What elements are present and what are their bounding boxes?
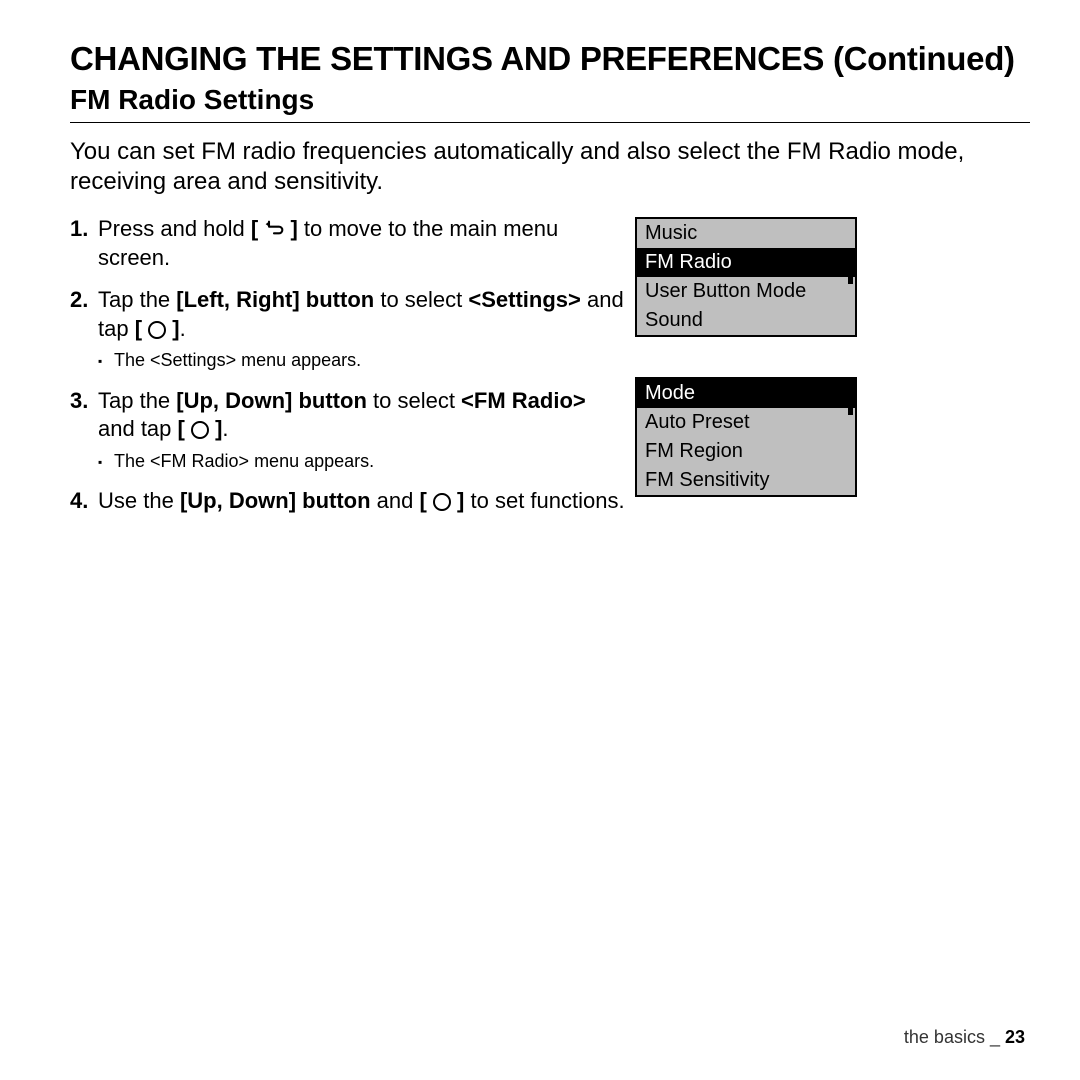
step-4: Use the [Up, Down] button and [ ] to set…: [70, 487, 625, 516]
select-icon: [191, 421, 209, 439]
footer-sep: _: [985, 1027, 1005, 1047]
steps-list: Press and hold [ ] to move to the main m…: [70, 215, 625, 516]
page-footer: the basics _ 23: [904, 1027, 1025, 1048]
step-text: Use the: [98, 488, 180, 513]
menu-item: FM Region: [637, 437, 855, 466]
select-icon: [433, 493, 451, 511]
step-1: Press and hold [ ] to move to the main m…: [70, 215, 625, 272]
scrollbar: [848, 381, 853, 493]
fm-radio-menu-illustration: ModeAuto PresetFM RegionFM Sensitivity: [635, 377, 857, 497]
intro-paragraph: You can set FM radio frequencies automat…: [70, 137, 1030, 197]
menu-item: Music: [637, 219, 855, 248]
back-icon: [264, 220, 284, 238]
step-text: Press and hold: [98, 216, 251, 241]
step-text: and tap: [98, 416, 178, 441]
step-bold: <FM Radio>: [461, 388, 586, 413]
divider: [70, 122, 1030, 123]
step-bold: <Settings>: [468, 287, 580, 312]
step-sub: The <Settings> menu appears.: [98, 349, 625, 372]
step-bold: [Up, Down] button: [180, 488, 371, 513]
menu-item: Mode: [637, 379, 855, 408]
step-2: Tap the [Left, Right] button to select <…: [70, 286, 625, 373]
step-text: to select: [367, 388, 461, 413]
menu-item: Sound: [637, 306, 855, 335]
step-bold: [Up, Down] button: [176, 388, 367, 413]
page-number: 23: [1005, 1027, 1025, 1047]
step-text: Tap the: [98, 287, 176, 312]
step-text: .: [222, 416, 228, 441]
footer-section: the basics: [904, 1027, 985, 1047]
step-text: to select: [374, 287, 468, 312]
step-text: to set functions.: [464, 488, 624, 513]
settings-menu-illustration: MusicFM RadioUser Button ModeSound: [635, 217, 857, 337]
step-text: .: [180, 316, 186, 341]
step-text: Tap the: [98, 388, 176, 413]
step-3: Tap the [Up, Down] button to select <FM …: [70, 387, 625, 474]
step-text: and: [371, 488, 420, 513]
menu-item: FM Radio: [637, 248, 855, 277]
select-icon: [148, 321, 166, 339]
section-heading: FM Radio Settings: [70, 84, 1030, 116]
step-bold: [Left, Right] button: [176, 287, 374, 312]
step-sub: The <FM Radio> menu appears.: [98, 450, 625, 473]
menu-item: Auto Preset: [637, 408, 855, 437]
scrollbar: [848, 221, 853, 333]
page-title: CHANGING THE SETTINGS AND PREFERENCES (C…: [70, 40, 1030, 78]
menu-item: FM Sensitivity: [637, 466, 855, 495]
menu-item: User Button Mode: [637, 277, 855, 306]
